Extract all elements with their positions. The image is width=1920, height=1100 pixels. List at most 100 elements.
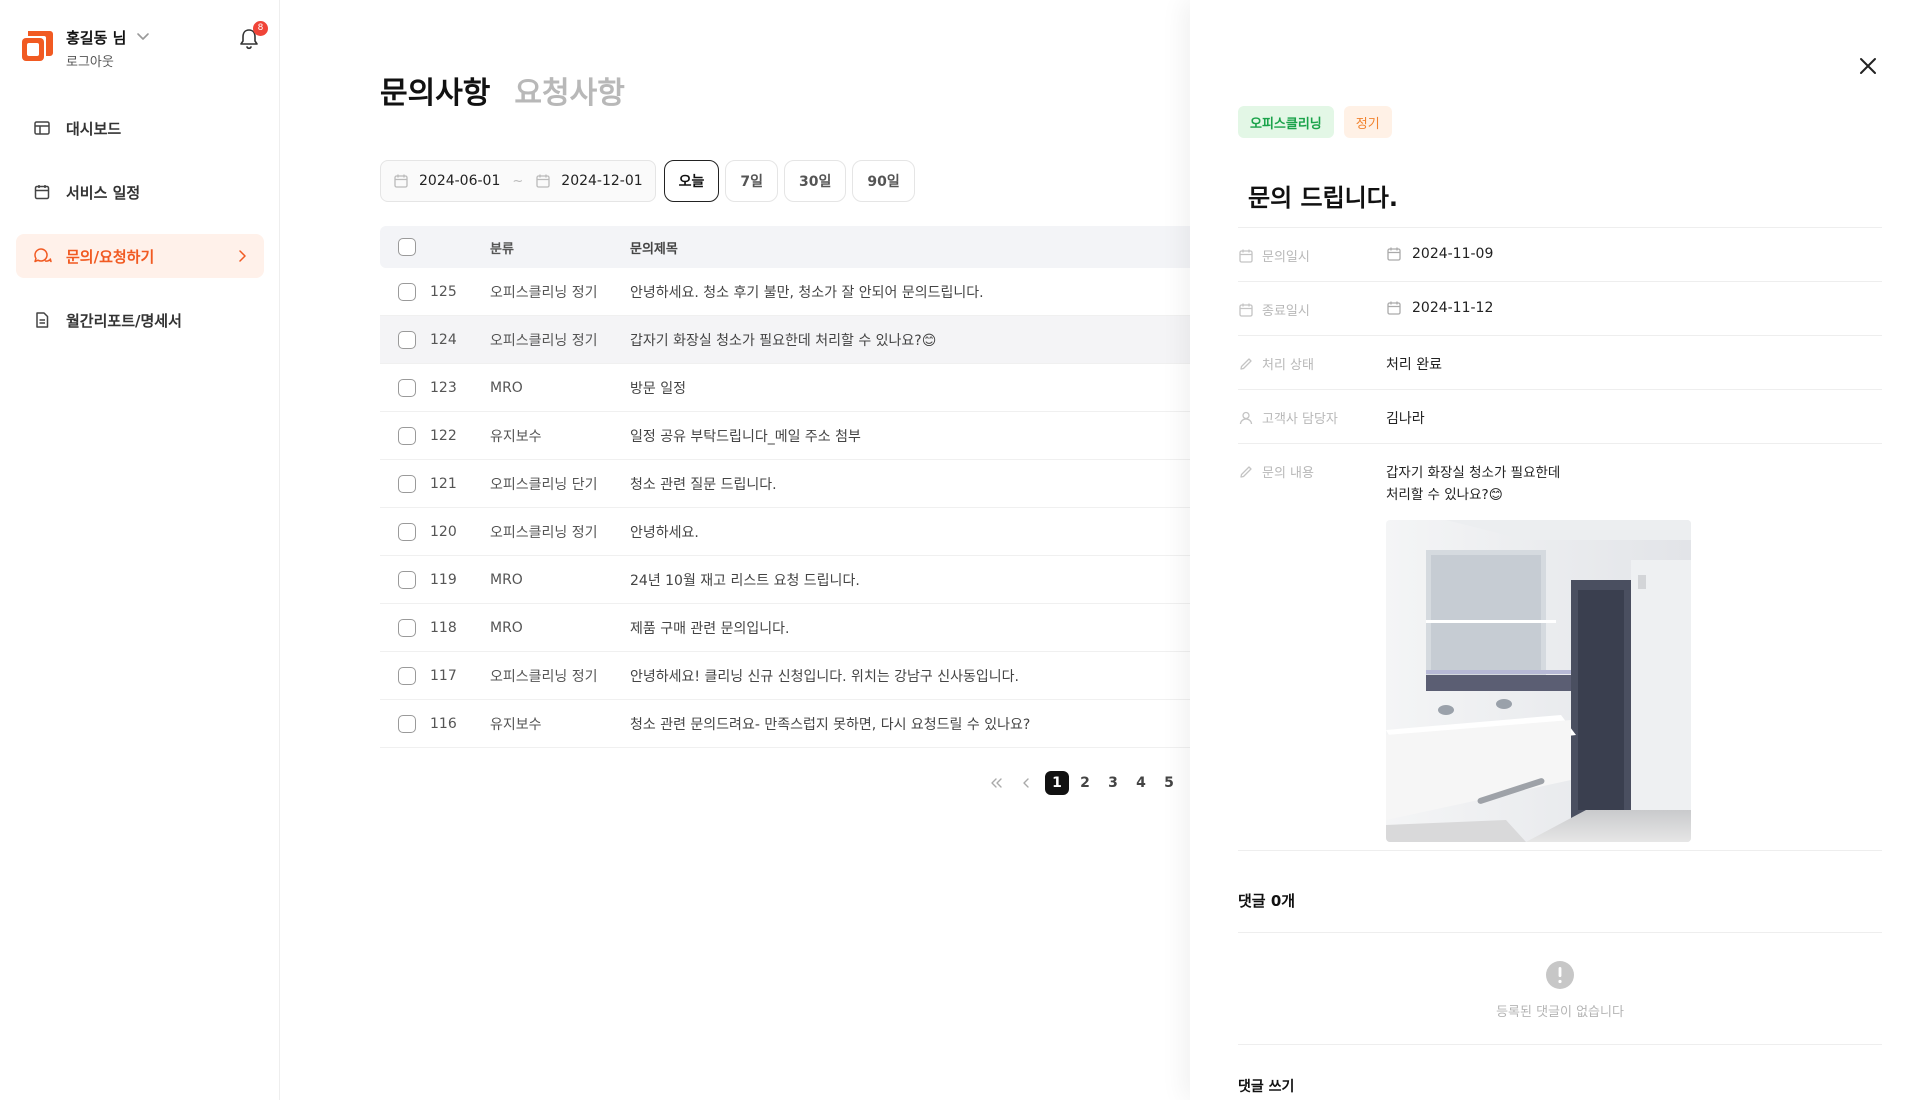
quick-filter-7days[interactable]: 7일: [725, 160, 779, 202]
row-checkbox[interactable]: [398, 618, 416, 637]
row-category: 유지보수: [490, 428, 542, 445]
brand-logo: [22, 31, 53, 61]
field-label: 종료일시: [1262, 304, 1310, 319]
close-icon[interactable]: [1854, 52, 1882, 80]
row-checkbox[interactable]: [398, 714, 416, 733]
logout-link[interactable]: 로그아웃: [66, 51, 114, 70]
alert-icon: [1546, 961, 1574, 989]
pagination: 1 2 3 4 5: [985, 771, 1215, 795]
row-category: 오피스클리닝 정기: [490, 332, 598, 349]
restroom-photo: [1386, 520, 1691, 842]
sidebar-item-label: 서비스 일정: [66, 183, 141, 202]
row-category: 오피스클리닝 정기: [490, 284, 598, 301]
row-checkbox[interactable]: [398, 282, 416, 301]
row-checkbox[interactable]: [398, 570, 416, 589]
calendar-icon: [1386, 300, 1402, 316]
page-2[interactable]: 2: [1073, 771, 1097, 795]
quick-filter-today[interactable]: 오늘: [663, 160, 720, 202]
field-label: 문의일시: [1262, 250, 1310, 265]
inquiry-detail-panel: 오피스클리닝 정기 문의 드립니다. 문의일시 2024-11-09 종료일시 …: [1190, 0, 1920, 1100]
chevron-down-icon[interactable]: [134, 28, 152, 46]
header-category[interactable]: 분류: [490, 238, 630, 257]
row-number: 119: [430, 571, 457, 588]
row-checkbox[interactable]: [398, 330, 416, 349]
document-icon: [32, 310, 52, 330]
inquiry-content-text: 갑자기 화장실 청소가 필요한데 처리할 수 있나요?😊: [1386, 465, 1561, 503]
comments-count: 댓글 0개: [1238, 892, 1296, 910]
user-profile: 홍길동 님 로그아웃 8: [20, 21, 270, 72]
field-value: 2024-11-12: [1412, 300, 1494, 316]
page-4[interactable]: 4: [1129, 771, 1153, 795]
row-checkbox[interactable]: [398, 378, 416, 397]
attached-photo[interactable]: [1386, 520, 1691, 842]
field-value: 김나라: [1386, 411, 1425, 427]
field-inquiry-date: 문의일시 2024-11-09: [1238, 228, 1882, 282]
field-label: 고객사 담당자: [1262, 412, 1338, 427]
prev-page-icon[interactable]: [1015, 771, 1037, 795]
field-content: 문의 내용 갑자기 화장실 청소가 필요한데 처리할 수 있나요?😊: [1238, 444, 1882, 851]
user-name: 홍길동 님: [66, 29, 127, 47]
chevron-right-icon: [239, 250, 246, 262]
row-number: 124: [430, 331, 457, 348]
sidebar-nav: 대시보드 서비스 일정 문의/요청하기 월간리포트/명세서: [16, 106, 264, 362]
quick-filter-30days[interactable]: 30일: [784, 160, 847, 202]
write-comment-label: 댓글 쓰기: [1238, 1079, 1295, 1095]
field-value: 2024-11-09: [1412, 246, 1494, 262]
pencil-icon: [1238, 464, 1254, 480]
category-tag: 오피스클리닝: [1238, 106, 1334, 138]
row-number: 117: [430, 667, 457, 684]
row-checkbox[interactable]: [398, 474, 416, 493]
start-date-value: 2024-06-01: [419, 173, 501, 189]
pencil-icon: [1238, 356, 1254, 372]
detail-tags: 오피스클리닝 정기: [1238, 106, 1402, 138]
quick-filter-90days[interactable]: 90일: [852, 160, 915, 202]
detail-fields: 문의일시 2024-11-09 종료일시 2024-11-12 처리 상태 처리…: [1238, 227, 1882, 851]
sidebar-item-label: 문의/요청하기: [66, 247, 155, 266]
type-tag: 정기: [1343, 106, 1392, 138]
first-page-icon[interactable]: [985, 771, 1007, 795]
tab-inquiries[interactable]: 문의사항: [380, 68, 490, 112]
divider: [1238, 1044, 1882, 1045]
date-range-picker: 2024-06-01 ~ 2024-12-01: [380, 160, 656, 202]
row-category: MRO: [490, 619, 523, 636]
user-icon: [1238, 410, 1254, 426]
sidebar-item-schedule[interactable]: 서비스 일정: [16, 170, 264, 214]
calendar-icon: [32, 182, 52, 202]
page-3[interactable]: 3: [1101, 771, 1125, 795]
sidebar-item-dashboard[interactable]: 대시보드: [16, 106, 264, 150]
row-category: MRO: [490, 379, 523, 396]
calendar-icon: [1238, 248, 1254, 264]
page-1[interactable]: 1: [1045, 771, 1069, 795]
field-end-date: 종료일시 2024-11-12: [1238, 282, 1882, 336]
row-category: 오피스클리닝 정기: [490, 668, 598, 685]
row-number: 122: [430, 427, 457, 444]
chat-icon: [32, 246, 52, 266]
sidebar-item-inquiry[interactable]: 문의/요청하기: [16, 234, 264, 278]
field-manager: 고객사 담당자 김나라: [1238, 390, 1882, 444]
row-category: MRO: [490, 571, 523, 588]
sidebar-item-label: 월간리포트/명세서: [66, 311, 182, 330]
date-separator: ~: [512, 173, 524, 189]
select-all-checkbox[interactable]: [398, 238, 416, 256]
page-5[interactable]: 5: [1157, 771, 1181, 795]
sidebar-item-report[interactable]: 월간리포트/명세서: [16, 298, 264, 342]
dashboard-icon: [32, 118, 52, 138]
field-value: 처리 완료: [1386, 357, 1442, 373]
end-date-value: 2024-12-01: [561, 173, 643, 189]
page-tabs: 문의사항 요청사항: [380, 68, 649, 112]
row-checkbox[interactable]: [398, 522, 416, 541]
notification-badge: 8: [253, 21, 268, 36]
sidebar-item-label: 대시보드: [66, 119, 122, 138]
row-category: 오피스클리닝 단기: [490, 476, 598, 493]
field-label: 문의 내용: [1262, 466, 1314, 481]
row-number: 123: [430, 379, 457, 396]
empty-comments-text: 등록된 댓글이 없습니다: [1496, 1005, 1624, 1020]
row-category: 유지보수: [490, 716, 542, 733]
start-date-field[interactable]: 2024-06-01: [393, 173, 500, 189]
row-checkbox[interactable]: [398, 426, 416, 445]
field-status: 처리 상태 처리 완료: [1238, 336, 1882, 390]
divider: [1238, 932, 1882, 933]
end-date-field[interactable]: 2024-12-01: [535, 173, 643, 189]
row-checkbox[interactable]: [398, 666, 416, 685]
tab-requests[interactable]: 요청사항: [514, 68, 624, 112]
